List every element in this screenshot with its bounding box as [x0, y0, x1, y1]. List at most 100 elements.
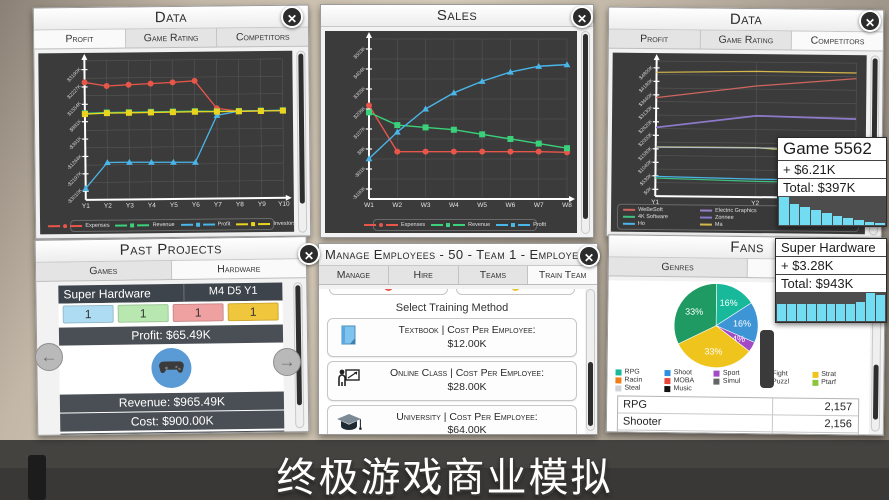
training-option-text: University | Cost Per Employee: $64.00K: [396, 410, 538, 434]
scrollbar-track[interactable]: [296, 50, 308, 233]
legend-swatch: [623, 215, 636, 218]
legend-label: 4K Software: [637, 213, 669, 221]
scrollbar-thumb[interactable]: [872, 364, 879, 420]
tooltip-game: Game 5562 + $6.21K Total: $397K: [777, 137, 887, 227]
tooltip-title: Game 5562: [778, 138, 886, 161]
legend-label: Ma: [714, 221, 723, 228]
project-profit: Profit: $65.49K: [58, 323, 284, 346]
tab-bar: Profit Game Rating Competitors: [34, 27, 309, 50]
scrollbar-thumb[interactable]: [583, 34, 588, 219]
next-project-button[interactable]: →: [273, 348, 301, 376]
scrollbar-thumb[interactable]: [295, 285, 302, 406]
tooltip-delta: + $3.28K: [776, 257, 886, 275]
tab-competitors[interactable]: Competitors: [792, 31, 883, 51]
panel-title: Data: [608, 7, 884, 33]
tab-teams[interactable]: Teams: [458, 266, 529, 284]
sparkline-bar: [806, 303, 816, 321]
score-row: 1 1 1 1: [58, 300, 283, 326]
tab-game-rating[interactable]: Game Rating: [125, 28, 218, 48]
sparkline-bar: [843, 218, 853, 225]
sparkline-bar: [826, 303, 836, 321]
tab-profit[interactable]: Profit: [608, 29, 701, 49]
close-button-data-competitors[interactable]: [859, 10, 881, 32]
legend-label: Expenses: [85, 222, 110, 229]
close-button-sales[interactable]: [571, 6, 593, 28]
x-axis-tick-label: Y8: [235, 201, 244, 209]
legend-label: Fight: [772, 370, 788, 378]
tooltip-total: Total: $397K: [783, 180, 856, 195]
x-axis-tick-label: Y6: [191, 201, 200, 209]
sparkline-bar: [811, 210, 821, 225]
legend-label: Profit: [217, 221, 231, 228]
table-cell-count: 2,157: [824, 400, 853, 414]
stat-pills-row: [319, 289, 585, 295]
pie-legend-item: Sport: [713, 370, 763, 378]
red-dot-icon: [384, 289, 393, 291]
legend-marker: [446, 223, 451, 227]
tab-game-rating[interactable]: Game Rating: [700, 30, 793, 50]
sparkline-bar: [853, 220, 864, 225]
training-option-textbook[interactable]: Textbook | Cost Per Employee: $12.00K: [327, 318, 577, 358]
x-axis-tick-label: Y10: [278, 200, 290, 208]
legend-label: Expenses: [400, 222, 426, 228]
tab-train-team[interactable]: Train Team: [528, 266, 597, 284]
tooltip-sparkline: [776, 292, 886, 322]
scrollbar-track[interactable]: [581, 31, 590, 234]
close-button-data-profit[interactable]: [281, 6, 303, 28]
panel-sales: Sales $503K $404K $305K $206K $107K $8K -$91K -…: [320, 4, 594, 238]
legend-label: Strat: [821, 370, 837, 379]
pie-legend: RPG Shoot Sport Fight Strat Racin MOBA Simul Puz…: [607, 368, 869, 394]
legend-item: Ma: [699, 221, 769, 229]
gamepad-icon: [151, 347, 192, 389]
x-axis-tick-label: W3: [420, 202, 431, 209]
tab-bar: Manage Hire Teams Train Team: [319, 266, 597, 285]
panel-past-projects: Past Projects Games Hardware Super Hardw…: [34, 236, 310, 436]
yellow-dot-icon: [511, 289, 520, 291]
x-axis-tick-label: Y4: [147, 202, 156, 210]
pill-stat-1[interactable]: [329, 289, 448, 295]
tab-competitors[interactable]: Competitors: [217, 27, 309, 47]
scrollbar-thumb[interactable]: [588, 362, 593, 426]
sparkline-bar: [816, 303, 826, 321]
tab-genres[interactable]: Genres: [608, 257, 748, 278]
sparkline-bar: [864, 222, 875, 225]
scrollbar-thumb[interactable]: [298, 53, 305, 204]
x-axis-tick-label: W2: [392, 202, 403, 209]
profit-chart: $3190K $2227K $1554K $881K -$391K -$1264K -$21…: [38, 50, 296, 235]
tab-bar: Games Hardware: [35, 259, 307, 282]
x-axis-tick-label: W8: [562, 202, 572, 209]
x-axis-tick-label: Y3: [125, 202, 134, 210]
prev-project-button[interactable]: ←: [35, 343, 63, 371]
tab-hardware[interactable]: Hardware: [171, 259, 307, 279]
stylus-decoration: [760, 330, 774, 388]
scrollbar-track[interactable]: [586, 289, 595, 431]
tab-manage[interactable]: Manage: [319, 266, 389, 284]
legend-item: Electric Graphics: [700, 208, 769, 215]
sparkline-bar: [836, 303, 846, 321]
training-option-university[interactable]: University | Cost Per Employee: $64.00K: [327, 404, 577, 434]
legend-item: Ho: [622, 221, 692, 228]
tooltip-delta: + $6.21K: [778, 161, 886, 179]
tab-profit[interactable]: Profit: [34, 29, 126, 49]
score-1: 1: [62, 304, 114, 324]
legend-label: Zonnee: [714, 214, 734, 221]
training-option-online-class[interactable]: Online Class | Cost Per Employee: $28.00K: [327, 361, 577, 401]
close-button-past-projects[interactable]: [298, 243, 320, 265]
tooltip-total: Total: $943K: [781, 276, 854, 291]
tab-hire[interactable]: Hire: [388, 266, 459, 284]
legend-swatch: [699, 223, 712, 226]
tab-bar: Profit Game Rating Competitors: [608, 29, 883, 52]
legend-swatch: [812, 371, 819, 378]
close-button-manage-employees[interactable]: [578, 245, 600, 267]
tab-games[interactable]: Games: [35, 261, 172, 281]
legend-item: 4K Software: [623, 214, 692, 221]
pie-legend-item: MOBA: [664, 377, 714, 385]
legend-swatch: [700, 209, 713, 212]
legend-label: Puzzl: [771, 378, 790, 386]
x-axis-tick-label: W1: [364, 202, 374, 209]
pie-legend-item: Strat: [812, 371, 861, 379]
legend-swatch-2: [453, 224, 466, 226]
pill-stat-2[interactable]: [456, 289, 575, 295]
legend-label: Profit: [533, 222, 547, 228]
legend-swatch: [236, 223, 249, 226]
